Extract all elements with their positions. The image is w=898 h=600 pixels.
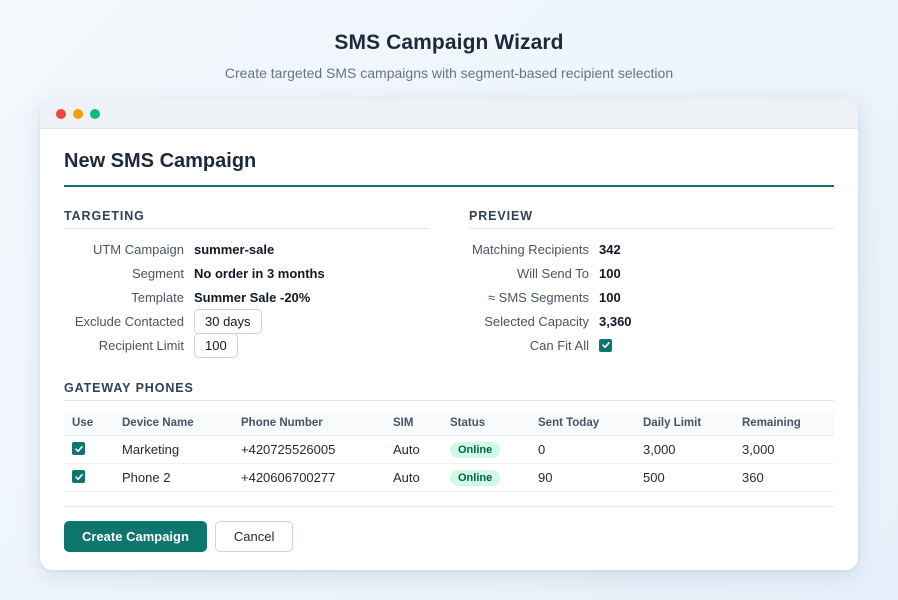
targeting-fields: UTM Campaign summer-sale Segment No orde… [64,237,429,358]
column-header-sim: SIM [385,411,442,436]
preview-heading: PREVIEW [469,209,834,229]
matching-recipients-row: Matching Recipients 342 [469,237,834,261]
checkmark-icon [74,473,83,480]
daily-limit-cell: 3,000 [635,435,734,464]
sms-segments-row: ≈ SMS Segments 100 [469,285,834,309]
column-header-phone: Phone Number [233,411,385,436]
form-actions: Create Campaign Cancel [64,505,834,552]
segment-label: Segment [131,265,184,281]
utm-campaign-value: summer-sale [194,241,275,257]
can-fit-all-checkbox [599,338,612,352]
preview-section: PREVIEW Matching Recipients 342 Will Sen… [469,209,834,357]
matching-recipients-label: Matching Recipients [471,241,589,257]
remaining-cell: 360 [734,463,834,492]
matching-recipients-value: 342 [599,241,621,257]
use-cell [64,463,114,492]
table-header-row: Use Device Name Phone Number SIM Status … [64,411,834,436]
template-value: Summer Sale -20% [194,289,311,305]
will-send-label: Will Send To [516,265,589,281]
template-label: Template [131,289,184,305]
recipient-limit-row: Recipient Limit 100 [64,332,429,358]
use-checkbox[interactable] [72,442,85,455]
remaining-cell: 3,000 [734,435,834,464]
table-row: Marketing +420725526005 Auto Online 0 3,… [64,435,834,464]
status-cell: Online [442,435,530,464]
sim-cell: Auto [385,463,442,492]
checkmark-icon [601,342,610,348]
page-subtitle: Create targeted SMS campaigns with segme… [224,65,674,81]
sim-cell: Auto [385,435,442,464]
daily-limit-cell: 500 [635,463,734,492]
selected-capacity-row: Selected Capacity 3,360 [469,309,834,333]
column-header-device: Device Name [114,411,233,436]
exclude-contacted-row: Exclude Contacted 30 days [64,308,429,334]
window-titlebar [40,99,858,129]
column-header-remaining: Remaining [734,411,834,436]
form-title: New SMS Campaign [64,150,834,187]
status-badge: Online [450,441,501,458]
campaign-window: New SMS Campaign TARGETING UTM Campaign … [40,99,858,570]
column-header-sent-today: Sent Today [530,411,635,436]
close-window-dot[interactable] [56,108,66,119]
targeting-heading: TARGETING [64,209,429,229]
sms-segments-label: ≈ SMS Segments [487,289,589,305]
create-campaign-button[interactable]: Create Campaign [64,520,207,552]
status-cell: Online [442,463,530,492]
exclude-contacted-input[interactable]: 30 days [194,308,262,334]
checkmark-icon [74,445,83,452]
phone-number-cell: +420725526005 [233,435,385,464]
sent-today-cell: 0 [530,435,635,464]
cancel-button[interactable]: Cancel [214,520,294,552]
phone-number-cell: +420606700277 [233,463,385,492]
status-badge: Online [450,469,501,486]
use-checkbox[interactable] [72,470,85,483]
preview-fields: Matching Recipients 342 Will Send To 100… [469,237,834,357]
gateway-phones-heading: GATEWAY PHONES [64,381,834,401]
gateway-phones-section: GATEWAY PHONES Use Device Name Phone Num… [64,381,834,492]
gateway-phones-table: Use Device Name Phone Number SIM Status … [64,411,834,492]
exclude-contacted-label: Exclude Contacted [74,313,184,329]
can-fit-all-row: Can Fit All [469,333,834,357]
sent-today-cell: 90 [530,463,635,492]
page-header: SMS Campaign Wizard Create targeted SMS … [0,31,898,81]
recipient-limit-input[interactable]: 100 [194,332,238,358]
form-columns: TARGETING UTM Campaign summer-sale Segme… [64,209,834,358]
segment-row: Segment No order in 3 months [64,261,429,285]
segment-value: No order in 3 months [194,265,325,281]
maximize-window-dot[interactable] [90,108,100,119]
utm-campaign-label: UTM Campaign [92,241,184,257]
recipient-limit-label: Recipient Limit [98,337,184,353]
selected-capacity-label: Selected Capacity [484,313,589,329]
targeting-section: TARGETING UTM Campaign summer-sale Segme… [64,209,429,358]
column-header-status: Status [442,411,530,436]
column-header-use: Use [64,411,114,436]
sms-segments-value: 100 [599,289,621,305]
use-cell [64,435,114,464]
utm-campaign-row: UTM Campaign summer-sale [64,237,429,261]
form-content: New SMS Campaign TARGETING UTM Campaign … [40,150,858,552]
device-name-cell: Marketing [114,435,233,464]
can-fit-all-label: Can Fit All [529,337,589,353]
will-send-value: 100 [599,265,621,281]
column-header-daily-limit: Daily Limit [635,411,734,436]
template-row: Template Summer Sale -20% [64,285,429,309]
device-name-cell: Phone 2 [114,463,233,492]
minimize-window-dot[interactable] [73,108,83,119]
selected-capacity-value: 3,360 [599,313,632,329]
will-send-row: Will Send To 100 [469,261,834,285]
table-row: Phone 2 +420606700277 Auto Online 90 500… [64,463,834,492]
page-title: SMS Campaign Wizard [334,31,564,54]
